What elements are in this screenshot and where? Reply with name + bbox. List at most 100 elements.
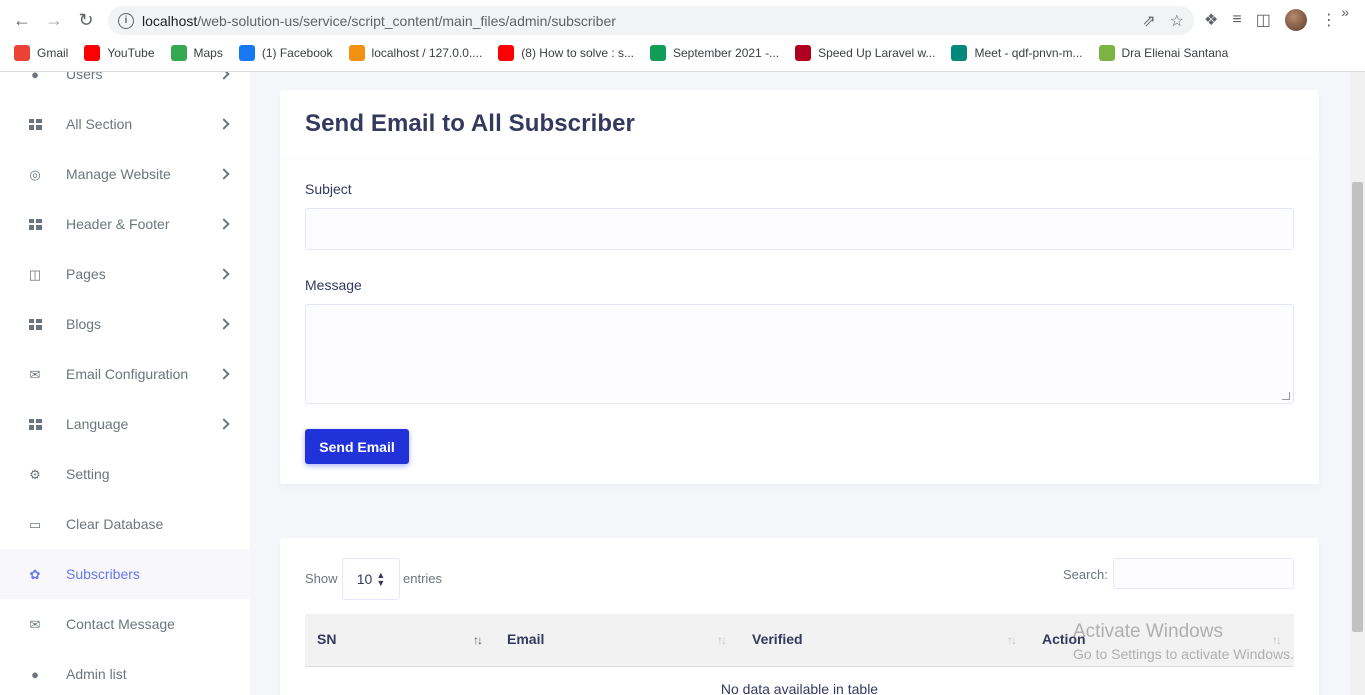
youtube-icon (84, 45, 101, 61)
bookmarks-bar: Gmail YouTube Maps (1) Facebook localhost / … (0, 40, 1365, 66)
bookmark-label: localhost / 127.0.0.... (371, 46, 483, 60)
entries-value: 10 (356, 571, 373, 587)
forward-icon[interactable]: → (42, 8, 66, 32)
grid-icon (28, 317, 42, 331)
sidebar-item-label: Subscribers (66, 566, 140, 582)
sidebar-item-all-section[interactable]: All Section (0, 99, 250, 149)
bookmark-item[interactable]: Speed Up Laravel w... (795, 45, 935, 61)
browser-toolbar: ← → ↻ i localhost/web-solution-us/servic… (0, 0, 1365, 40)
laravel-icon (795, 45, 812, 61)
bookmark-star-icon[interactable]: ☆ (1170, 11, 1184, 31)
fire-icon: ✿ (29, 566, 41, 582)
bookmark-item[interactable]: YouTube (84, 45, 155, 61)
bookmark-label: YouTube (107, 46, 155, 60)
bookmark-item[interactable]: (1) Facebook (238, 45, 333, 61)
url-text: localhost/web-solution-us/service/script… (142, 12, 616, 29)
activate-windows-subtitle: Go to Settings to activate Windows. (1073, 646, 1294, 662)
grid-icon (28, 217, 42, 231)
site-icon (1098, 45, 1115, 61)
sidebar-item-setting[interactable]: ⚙ Setting (0, 449, 250, 499)
side-panel-icon[interactable]: ◫ (1256, 10, 1271, 30)
bookmark-item[interactable]: (8) How to solve : s... (498, 45, 634, 61)
subject-label: Subject (305, 181, 352, 197)
browser-chrome: ← → ↻ i localhost/web-solution-us/servic… (0, 0, 1365, 72)
sort-icon[interactable]: ↑↓ (1007, 633, 1017, 647)
bookmark-label: September 2021 -... (673, 46, 780, 60)
bookmark-item[interactable]: Gmail (14, 45, 68, 61)
bookmark-item[interactable]: Dra Elienai Santana (1098, 45, 1229, 61)
sidebar-item-subscribers[interactable]: ✿ Subscribers (0, 549, 250, 599)
reload-icon[interactable]: ↻ (74, 8, 98, 32)
menu-kebab-icon[interactable]: ⋮ (1321, 10, 1337, 30)
send-email-button[interactable]: Send Email (305, 429, 409, 464)
page-title: Send Email to All Subscriber (305, 110, 635, 137)
bookmark-label: Speed Up Laravel w... (818, 46, 936, 60)
maps-icon (170, 45, 187, 61)
message-textarea[interactable] (305, 304, 1294, 404)
sidebar-item-manage-website[interactable]: ◎ Manage Website (0, 149, 250, 199)
site-info-icon[interactable]: i (118, 12, 134, 29)
gear-icon: ⚙ (29, 466, 41, 482)
address-bar[interactable]: i localhost/web-solution-us/service/scri… (108, 6, 1194, 35)
user-icon: ● (31, 666, 39, 682)
sidebar: ● Users All Section ◎ Manage Website Header &… (0, 72, 250, 695)
bookmark-label: Maps (193, 46, 223, 60)
show-label: Show (305, 571, 338, 586)
extensions-icon[interactable]: ❖ (1204, 10, 1218, 30)
sidebar-item-pages[interactable]: ◫ Pages (0, 249, 250, 299)
sidebar-item-language[interactable]: Language (0, 399, 250, 449)
sidebar-item-contact-message[interactable]: ✉ Contact Message (0, 599, 250, 649)
search-label: Search: (1063, 567, 1108, 582)
sidebar-item-header-footer[interactable]: Header & Footer (0, 199, 250, 249)
sidebar-item-label: Contact Message (66, 616, 175, 632)
sidebar-item-email-configuration[interactable]: ✉ Email Configuration (0, 349, 250, 399)
gmail-icon (14, 45, 30, 61)
grid-icon (28, 117, 42, 131)
entries-label: entries (403, 571, 443, 586)
empty-table-message: No data available in table (720, 681, 879, 695)
bookmark-label: Dra Elienai Santana (1121, 46, 1229, 60)
back-icon[interactable]: ← (10, 8, 34, 32)
column-header-email[interactable]: Email (507, 631, 544, 647)
page-scrollbar[interactable] (1350, 72, 1365, 695)
sheets-icon (650, 45, 666, 61)
bookmark-item[interactable]: Maps (170, 45, 223, 61)
youtube-icon (498, 45, 515, 61)
share-icon[interactable]: ⇗ (1142, 11, 1155, 31)
bookmark-item[interactable]: September 2021 -... (650, 45, 779, 61)
entries-select[interactable]: 10 ▲ ▼ (342, 558, 400, 600)
bookmark-label: Gmail (37, 46, 69, 60)
meet-icon (951, 45, 968, 61)
scrollbar-thumb[interactable] (1352, 182, 1363, 632)
bookmark-label: (8) How to solve : s... (521, 46, 634, 60)
profile-avatar[interactable] (1284, 9, 1307, 31)
subscribers-table-card: Show 10 ▲ ▼ entries Search: SN ↑↓ Email ↑… (280, 538, 1319, 695)
globe-icon: ◎ (29, 166, 41, 182)
envelope-icon: ✉ (29, 616, 41, 632)
bookmark-item[interactable]: Meet - qdf-pnvn-m... (951, 45, 1083, 61)
card-header-divider (280, 158, 1319, 159)
subject-input[interactable] (305, 208, 1294, 250)
sidebar-item-admin-list[interactable]: ● Admin list (0, 649, 250, 695)
envelope-icon: ✉ (29, 366, 41, 382)
column-header-sn[interactable]: SN (317, 631, 336, 647)
users-icon: ● (31, 72, 39, 82)
sort-icon[interactable]: ↑↓ (473, 633, 483, 647)
sidebar-item-clear-database[interactable]: ▭ Clear Database (0, 499, 250, 549)
sidebar-item-blogs[interactable]: Blogs (0, 299, 250, 349)
bookmark-label: (1) Facebook (261, 46, 333, 60)
sidebar-item-label: Admin list (66, 666, 127, 682)
media-icon[interactable]: ≡ (1232, 11, 1241, 29)
sort-icon[interactable]: ↑↓ (717, 633, 727, 647)
resize-handle[interactable] (1282, 392, 1290, 400)
bookmarks-overflow-icon[interactable]: » (1341, 4, 1349, 20)
column-header-verified[interactable]: Verified (752, 631, 803, 647)
search-input[interactable] (1113, 558, 1294, 589)
select-arrows-icon: ▲ ▼ (376, 570, 386, 588)
sidebar-item-users[interactable]: ● Users (0, 72, 250, 99)
sort-icon[interactable]: ↑↓ (1272, 633, 1282, 647)
phpmyadmin-icon (348, 45, 365, 61)
bookmark-item[interactable]: localhost / 127.0.0.... (348, 45, 483, 61)
sidebar-item-label: Setting (66, 466, 110, 482)
send-email-card: Send Email to All Subscriber Subject Mes… (280, 90, 1319, 484)
